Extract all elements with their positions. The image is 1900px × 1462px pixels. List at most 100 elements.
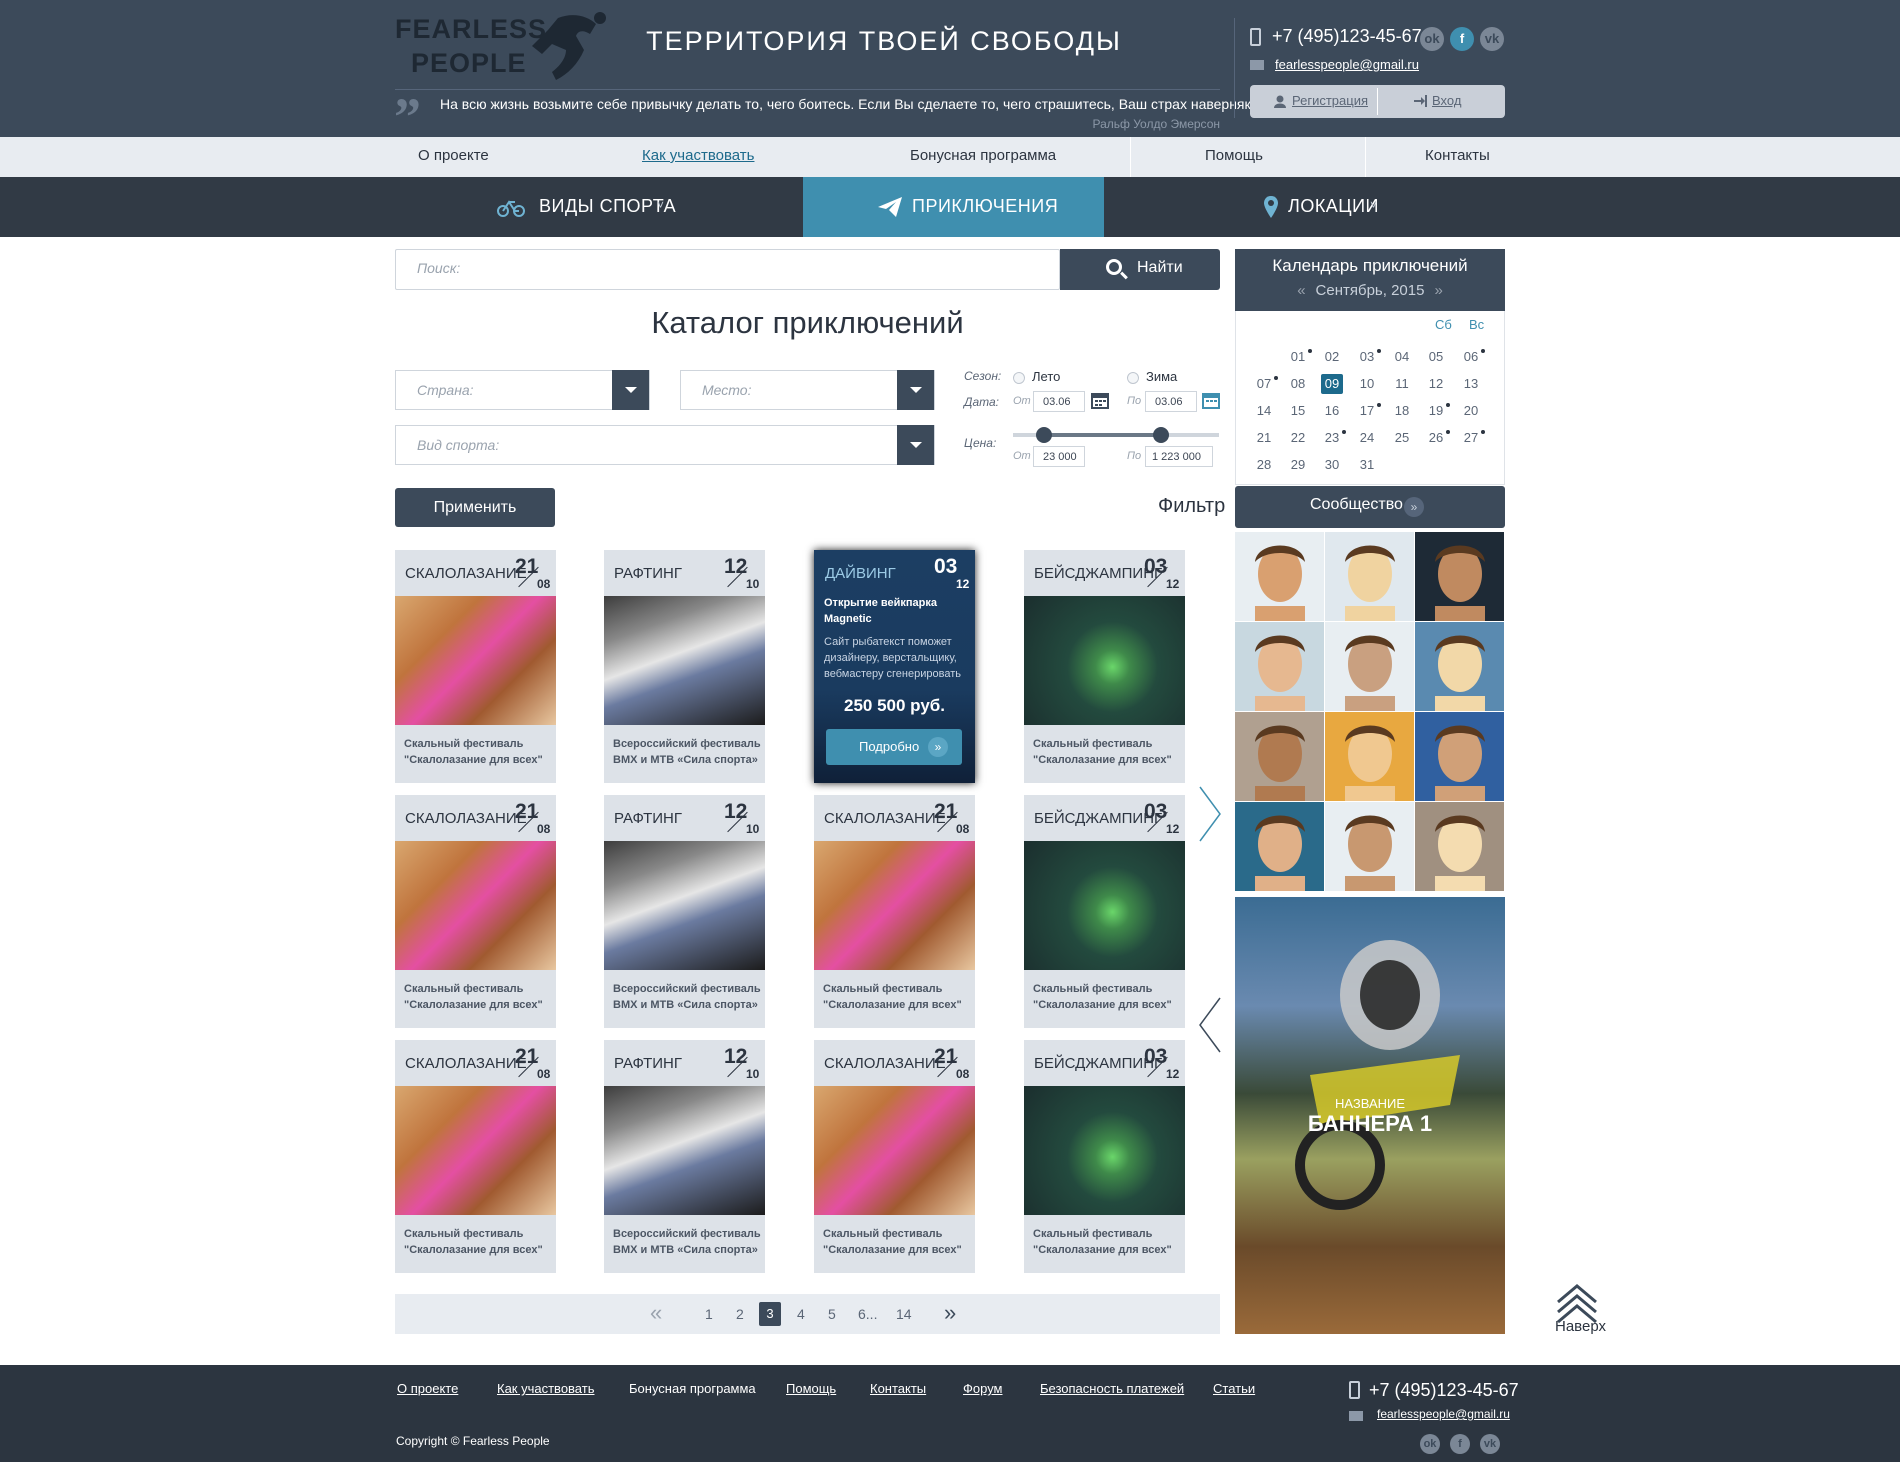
price-to-input[interactable]: 1 223 000: [1145, 446, 1213, 467]
back-to-top-label[interactable]: Наверх: [1555, 1318, 1606, 1335]
card-image[interactable]: [1024, 596, 1185, 725]
facebook-icon[interactable]: f: [1450, 27, 1474, 51]
calendar-day[interactable]: 04: [1391, 347, 1413, 367]
top-nav-help[interactable]: Помощь: [1205, 147, 1263, 164]
card-image[interactable]: [604, 841, 765, 970]
page-3-current[interactable]: 3: [759, 1302, 781, 1326]
footer-nav-item[interactable]: Бонусная программа: [629, 1381, 756, 1396]
card-image[interactable]: [604, 1086, 765, 1215]
calendar-day[interactable]: 18: [1391, 401, 1413, 421]
card-image[interactable]: [814, 1086, 975, 1215]
page-7[interactable]: 14: [896, 1306, 912, 1322]
page-4[interactable]: 4: [797, 1306, 805, 1322]
calendar-day[interactable]: 05: [1425, 347, 1447, 367]
nav-adventures[interactable]: ПРИКЛЮЧЕНИЯ: [912, 196, 1058, 217]
member-avatar[interactable]: [1235, 802, 1324, 891]
card-image[interactable]: [395, 1086, 556, 1215]
calendar-day[interactable]: 25: [1391, 428, 1413, 448]
card-image[interactable]: [814, 841, 975, 970]
calendar-day[interactable]: 31: [1356, 455, 1378, 475]
calendar-day[interactable]: 06: [1460, 347, 1482, 367]
calendar-day[interactable]: 26: [1425, 428, 1447, 448]
footer-nav-item[interactable]: Как участвовать: [497, 1381, 594, 1396]
header-email[interactable]: fearlesspeople@gmail.ru: [1275, 57, 1419, 72]
calendar-day[interactable]: 23: [1321, 428, 1343, 448]
first-page-icon[interactable]: «: [650, 1300, 662, 1326]
page-2[interactable]: 2: [736, 1306, 744, 1322]
price-from-input[interactable]: 23 000: [1033, 446, 1085, 467]
calendar-icon[interactable]: [1202, 391, 1220, 409]
calendar-prev-button[interactable]: «: [1297, 282, 1305, 299]
calendar-day[interactable]: 19: [1425, 401, 1447, 421]
member-avatar[interactable]: [1235, 712, 1324, 801]
calendar-icon[interactable]: [1091, 391, 1109, 409]
header-phone[interactable]: +7 (495)123-45-67: [1272, 26, 1422, 47]
calendar-day[interactable]: 07: [1253, 374, 1275, 394]
vk-icon[interactable]: vk: [1480, 27, 1504, 51]
footer-nav-item[interactable]: Форум: [963, 1381, 1003, 1396]
vk-icon[interactable]: vk: [1480, 1434, 1500, 1454]
chevron-down-icon[interactable]: [897, 370, 934, 410]
top-nav-contacts[interactable]: Контакты: [1425, 147, 1490, 164]
calendar-day[interactable]: 28: [1253, 455, 1275, 475]
facebook-icon[interactable]: f: [1450, 1434, 1470, 1454]
calendar-day[interactable]: 14: [1253, 401, 1275, 421]
calendar-day[interactable]: 11: [1391, 374, 1413, 394]
calendar-day[interactable]: 15: [1287, 401, 1309, 421]
top-nav-about[interactable]: О проекте: [418, 147, 489, 164]
card-image[interactable]: [395, 841, 556, 970]
page-5[interactable]: 5: [828, 1306, 836, 1322]
member-avatar[interactable]: [1325, 802, 1414, 891]
date-from-input[interactable]: 03.06: [1033, 391, 1085, 412]
member-avatar[interactable]: [1325, 622, 1414, 711]
calendar-day[interactable]: 20: [1460, 401, 1482, 421]
member-avatar[interactable]: [1415, 712, 1504, 801]
member-avatar[interactable]: [1235, 532, 1324, 621]
summer-radio[interactable]: [1013, 372, 1025, 384]
apply-button[interactable]: Применить: [395, 488, 555, 527]
footer-nav-item[interactable]: Помощь: [786, 1381, 836, 1396]
member-avatar[interactable]: [1415, 622, 1504, 711]
calendar-day[interactable]: 17: [1356, 401, 1378, 421]
winter-radio[interactable]: [1127, 372, 1139, 384]
calendar-next-button[interactable]: »: [1434, 282, 1442, 299]
card-image[interactable]: [604, 596, 765, 725]
calendar-day[interactable]: 02: [1321, 347, 1343, 367]
top-nav-participate[interactable]: Как участвовать: [642, 147, 754, 164]
search-input[interactable]: [395, 249, 1060, 290]
calendar-day[interactable]: 10: [1356, 374, 1378, 394]
calendar-day[interactable]: 01: [1287, 347, 1309, 367]
calendar-day[interactable]: 30: [1321, 455, 1343, 475]
calendar-day[interactable]: 21: [1253, 428, 1275, 448]
calendar-day[interactable]: 13: [1460, 374, 1482, 394]
price-slider-max-handle[interactable]: [1153, 427, 1169, 443]
calendar-day[interactable]: 09: [1321, 374, 1343, 394]
footer-nav-item[interactable]: Контакты: [870, 1381, 926, 1396]
chevron-down-icon[interactable]: [897, 425, 934, 465]
nav-locations[interactable]: ЛОКАЦИИ: [1288, 196, 1379, 217]
nav-sports[interactable]: ВИДЫ СПОРТА: [539, 196, 676, 217]
prev-arrow-icon[interactable]: [1198, 996, 1222, 1054]
top-nav-bonus[interactable]: Бонусная программа: [910, 147, 1056, 164]
login-button[interactable]: Вход: [1432, 93, 1461, 108]
calendar-day[interactable]: 12: [1425, 374, 1447, 394]
page-6[interactable]: 6...: [858, 1306, 877, 1322]
calendar-day[interactable]: 03: [1356, 347, 1378, 367]
filter-toggle[interactable]: Фильтр: [1158, 495, 1225, 518]
footer-nav-item[interactable]: Безопасность платежей: [1040, 1381, 1184, 1396]
footer-phone[interactable]: +7 (495)123-45-67: [1369, 1380, 1519, 1401]
odnoklassniki-icon[interactable]: ok: [1420, 27, 1444, 51]
footer-nav-item[interactable]: Статьи: [1213, 1381, 1255, 1396]
card-image[interactable]: [1024, 841, 1185, 970]
register-button[interactable]: Регистрация: [1292, 93, 1368, 108]
calendar-day[interactable]: 16: [1321, 401, 1343, 421]
member-avatar[interactable]: [1415, 532, 1504, 621]
member-avatar[interactable]: [1325, 712, 1414, 801]
calendar-day[interactable]: 29: [1287, 455, 1309, 475]
price-slider-min-handle[interactable]: [1036, 427, 1052, 443]
member-avatar[interactable]: [1235, 622, 1324, 711]
page-1[interactable]: 1: [705, 1306, 713, 1322]
card-image[interactable]: [1024, 1086, 1185, 1215]
odnoklassniki-icon[interactable]: ok: [1420, 1434, 1440, 1454]
date-to-input[interactable]: 03.06: [1145, 391, 1197, 412]
